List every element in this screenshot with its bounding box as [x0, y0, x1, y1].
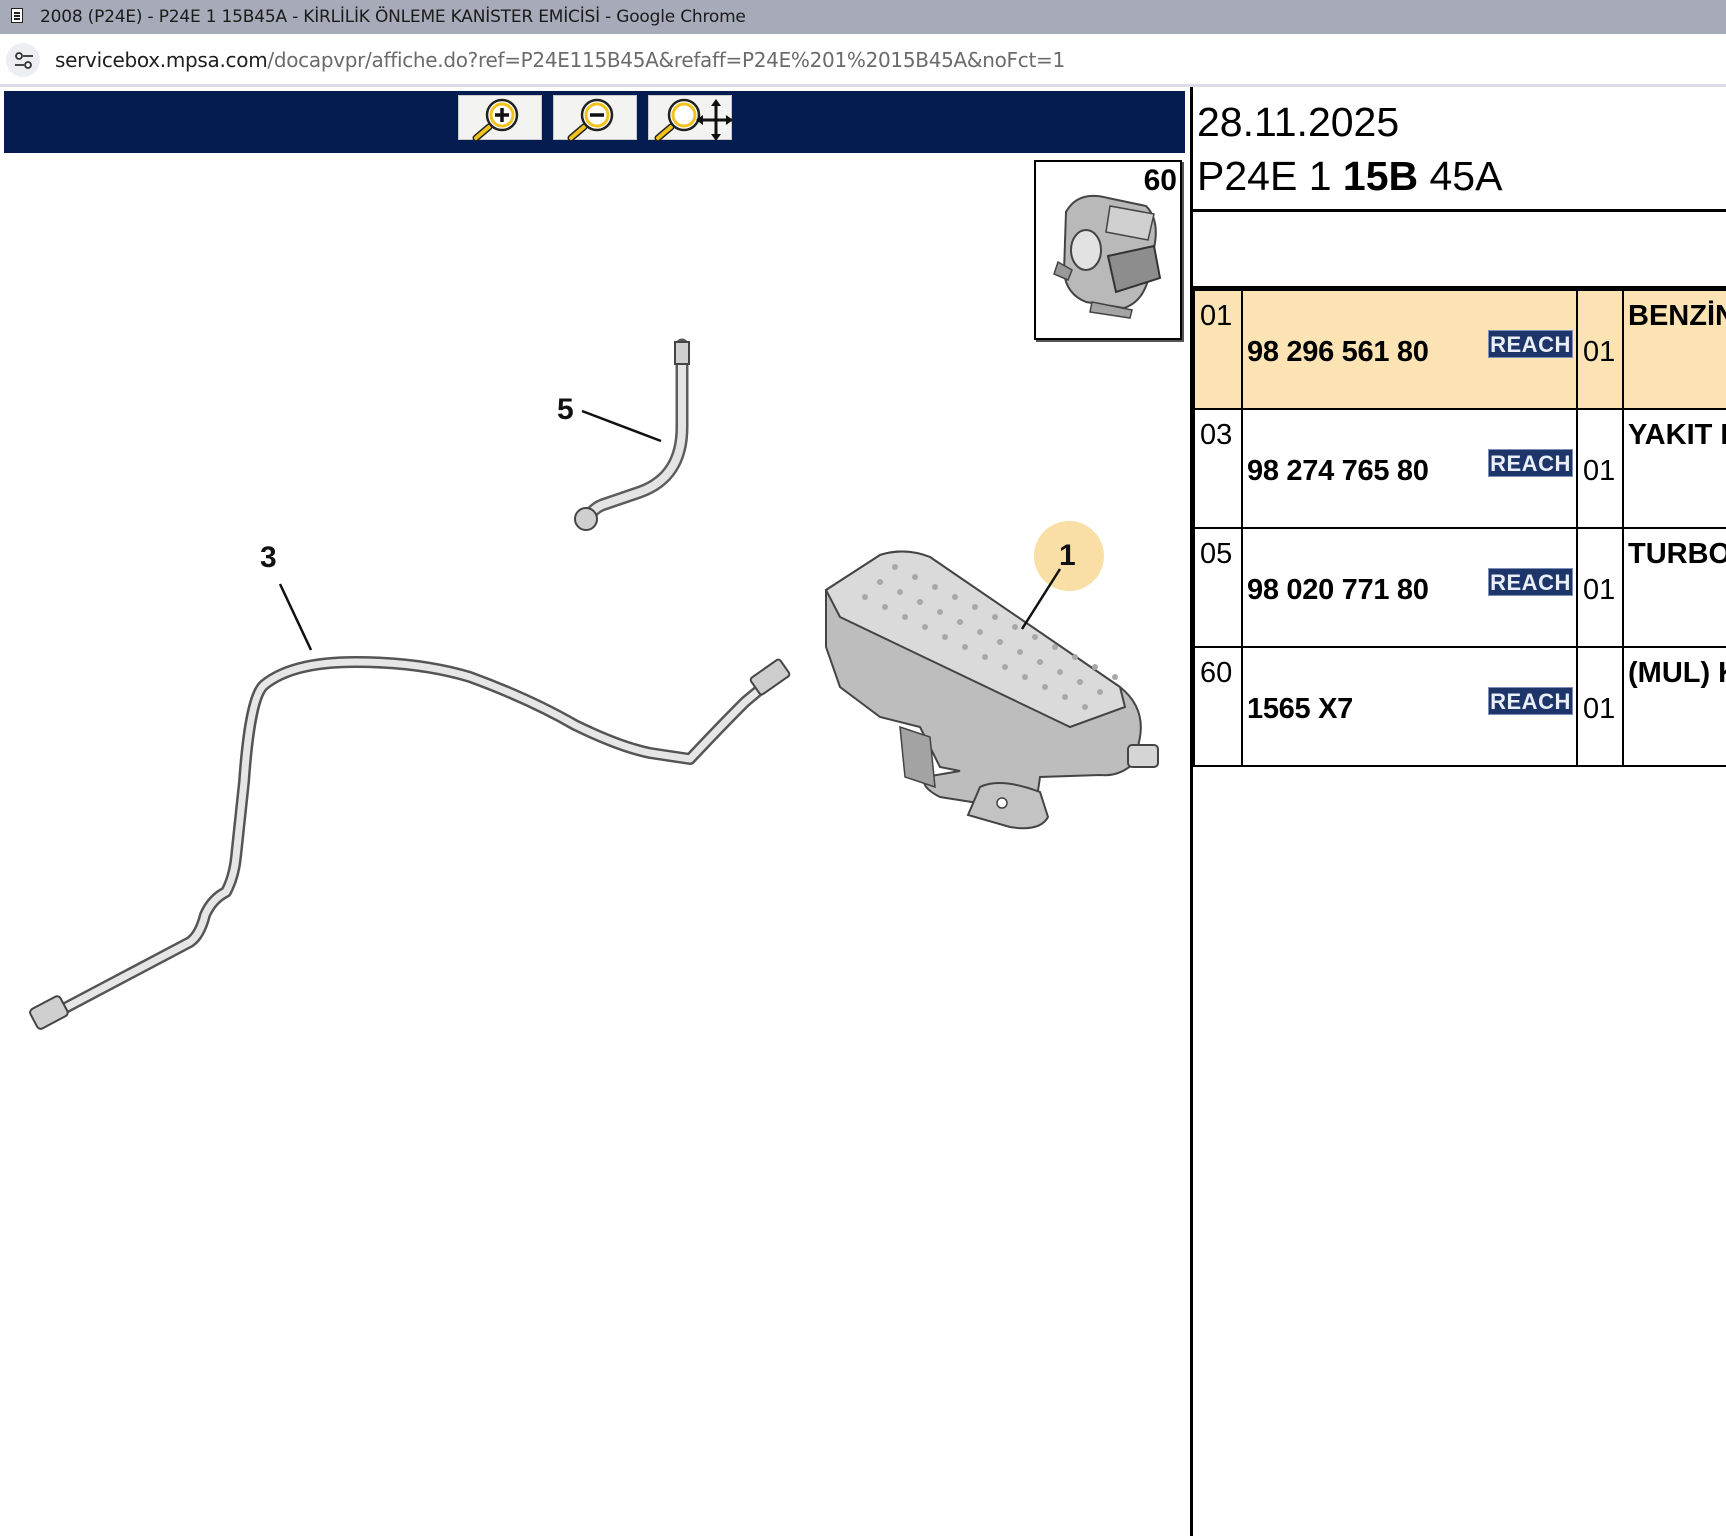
quantity-cell: 01: [1576, 527, 1624, 648]
part-3-pipe: [29, 583, 791, 1030]
part-5-hose: [574, 338, 690, 531]
url-host: servicebox.mpsa.com: [55, 48, 268, 72]
reference-cell[interactable]: 98 274 765 80 REACH: [1241, 408, 1578, 529]
url-path: /docapvpr/affiche.do?ref=P24E115B45A&ref…: [267, 48, 1065, 72]
parts-diagram-panel: 60 5 3 1: [0, 87, 1190, 1536]
reference-cell[interactable]: 1565 X7 REACH: [1241, 646, 1578, 767]
zoom-out-icon: [567, 98, 614, 142]
reach-badge[interactable]: REACH: [1488, 568, 1573, 596]
position-cell: 03: [1193, 408, 1243, 529]
table-row[interactable]: 03 98 274 765 80 REACH 01 YAKIT B: [1193, 408, 1726, 529]
reference-cell[interactable]: 98 296 561 80 REACH: [1241, 289, 1578, 410]
table-row[interactable]: 05 98 020 771 80 REACH 01 TURBO: [1193, 527, 1726, 648]
quantity-cell: 01: [1576, 646, 1624, 767]
description-cell: BENZİN: [1622, 289, 1726, 410]
position-cell: 60: [1193, 646, 1243, 767]
parts-list-panel: 28.11.2025 P24E 1 15B 45A 01 98 296 561 …: [1193, 87, 1726, 1536]
quantity-cell: 01: [1576, 408, 1624, 529]
part-number: 1565 X7: [1247, 693, 1353, 725]
description-cell: (MUL) K: [1622, 646, 1726, 767]
inset-number: 60: [1143, 164, 1177, 197]
reach-badge[interactable]: REACH: [1488, 449, 1573, 477]
part-1-canister: [824, 550, 1159, 830]
plate-code-prefix: P24E 1: [1197, 153, 1343, 199]
part-number: 98 274 765 80: [1247, 455, 1429, 487]
quantity-value: 01: [1583, 574, 1616, 606]
document-date: 28.11.2025: [1197, 99, 1400, 145]
zoom-in-button[interactable]: [458, 95, 542, 142]
zoom-in-icon: [472, 98, 519, 142]
parts-table: 01 98 296 561 80 REACH 01 BENZİN 03 98 27…: [1193, 289, 1726, 767]
zoom-out-button[interactable]: [553, 95, 637, 142]
part-number: 98 296 561 80: [1247, 336, 1429, 368]
plate-code-bold: 15B: [1342, 153, 1419, 199]
tune-icon: [15, 52, 33, 69]
document-icon: [11, 8, 23, 23]
window-title-bar: 2008 (P24E) - P24E 1 15B45A - KİRLİLİK Ö…: [0, 0, 1726, 34]
plate-code: P24E 1 15B 45A: [1197, 153, 1502, 200]
callout-5[interactable]: 5: [557, 393, 574, 427]
quantity-value: 01: [1583, 336, 1616, 368]
reach-badge[interactable]: REACH: [1488, 687, 1573, 715]
part-number: 98 020 771 80: [1247, 574, 1429, 606]
position-cell: 05: [1193, 527, 1243, 648]
description-cell: TURBO: [1622, 527, 1726, 648]
url-field[interactable]: servicebox.mpsa.com/docapvpr/affiche.do?…: [55, 48, 1065, 72]
description-cell: YAKIT B: [1622, 408, 1726, 529]
reach-badge[interactable]: REACH: [1488, 330, 1573, 358]
table-row[interactable]: 60 1565 X7 REACH 01 (MUL) K: [1193, 646, 1726, 767]
exploded-view-drawing: [29, 338, 1159, 1030]
site-settings-button[interactable]: [6, 43, 40, 77]
quantity-cell: 01: [1576, 289, 1624, 410]
table-row[interactable]: 01 98 296 561 80 REACH 01 BENZİN: [1193, 289, 1726, 410]
part-60-inset[interactable]: 60: [1034, 160, 1182, 340]
callout-1[interactable]: 1: [1059, 539, 1076, 573]
quantity-value: 01: [1583, 455, 1616, 487]
plate-code-suffix: 45A: [1418, 153, 1503, 199]
zoom-pan-icon: [654, 98, 733, 142]
zoom-pan-button[interactable]: [648, 95, 733, 142]
header-rule: [1193, 209, 1726, 212]
window-title: 2008 (P24E) - P24E 1 15B45A - KİRLİLİK Ö…: [40, 7, 746, 27]
callout-3[interactable]: 3: [260, 541, 277, 575]
zoom-toolbar: [4, 91, 1185, 153]
position-cell: 01: [1193, 289, 1243, 410]
address-bar: servicebox.mpsa.com/docapvpr/affiche.do?…: [0, 34, 1726, 87]
reference-cell[interactable]: 98 020 771 80 REACH: [1241, 527, 1578, 648]
quantity-value: 01: [1583, 693, 1616, 725]
